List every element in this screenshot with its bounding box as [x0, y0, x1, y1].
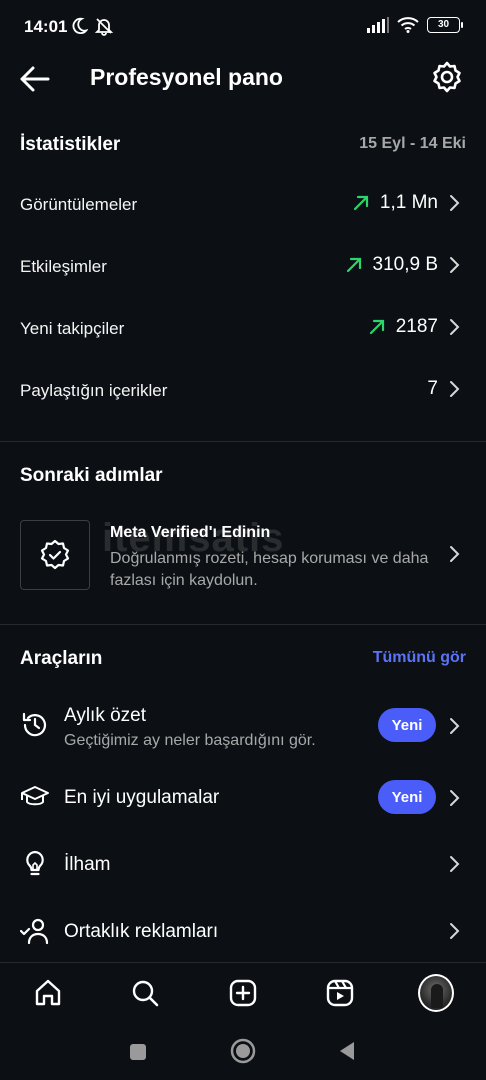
gear-icon [433, 61, 461, 93]
chevron-right-icon [450, 856, 460, 872]
stat-label: Etkileşimler [20, 257, 107, 276]
stat-value: 2187 [395, 316, 438, 337]
partner-check-icon [20, 918, 49, 945]
graduation-cap-icon [21, 786, 49, 806]
page-title: Profesyonel pano [90, 64, 283, 90]
chevron-right-icon [450, 257, 460, 273]
divider [0, 441, 486, 442]
moon-icon [72, 17, 88, 35]
back-button[interactable] [18, 62, 52, 96]
settings-button[interactable] [430, 60, 464, 94]
tool-item-best-practices[interactable]: En iyi uygulamalar Yeni [0, 767, 486, 827]
divider [0, 624, 486, 625]
battery-level: 30 [437, 19, 450, 30]
tool-item-partnership-ads[interactable]: Ortaklık reklamları [0, 901, 486, 961]
system-nav-bar [0, 1022, 486, 1080]
tool-subtitle: Geçtiğimiz ay neler başardığını gör. [64, 732, 316, 749]
tool-title: Aylık özet [64, 705, 147, 726]
tool-title: En iyi uygulamalar [64, 787, 220, 808]
stat-value: 7 [427, 378, 438, 399]
profile-avatar [418, 974, 454, 1012]
home-system-button[interactable] [229, 1037, 257, 1065]
nav-search[interactable] [127, 975, 163, 1011]
tool-title: İlham [64, 854, 111, 875]
stat-row-views[interactable]: Görüntülemeler 1,1 Mn [0, 181, 486, 231]
chevron-right-icon [450, 718, 460, 734]
chevron-right-icon [450, 195, 460, 211]
chevron-right-icon [450, 546, 460, 562]
stat-label: Yeni takipçiler [20, 319, 125, 338]
lightbulb-icon [26, 850, 44, 876]
tools-title: Araçların [20, 648, 103, 669]
stats-title: İstatistikler [20, 134, 121, 155]
verified-icon-box [20, 520, 90, 590]
back-system-button[interactable] [336, 1040, 358, 1062]
recents-button[interactable] [128, 1042, 148, 1062]
stat-row-shared-content[interactable]: Paylaştığın içerikler 7 [0, 367, 486, 417]
meta-verified-card[interactable]: Meta Verified'ı Edinin Doğrulanmış rozet… [0, 512, 486, 598]
verified-badge-icon [40, 539, 70, 570]
status-time: 14:01 [24, 17, 68, 36]
stat-row-engagements[interactable]: Etkileşimler 310,9 B [0, 243, 486, 293]
signal-icon [367, 16, 389, 33]
chevron-right-icon [450, 923, 460, 939]
tool-title: Ortaklık reklamları [64, 921, 219, 942]
nav-reels[interactable] [322, 975, 358, 1011]
battery-icon: 30 [427, 16, 463, 33]
reels-icon [326, 979, 354, 1007]
see-all-link[interactable]: Tümünü gör [373, 649, 466, 667]
home-icon [35, 979, 61, 1006]
stat-label: Paylaştığın içerikler [20, 381, 168, 400]
verified-title: Meta Verified'ı Edinin [110, 524, 271, 541]
tool-item-monthly-summary[interactable]: Aylık özet Geçtiğimiz ay neler başardığı… [0, 696, 486, 756]
history-icon [22, 712, 47, 737]
trend-up-icon [353, 195, 369, 211]
header: Profesyonel pano [0, 56, 486, 100]
bottom-nav [0, 962, 486, 1022]
stat-row-new-followers[interactable]: Yeni takipçiler 2187 [0, 305, 486, 355]
stat-label: Görüntülemeler [20, 195, 138, 214]
trend-up-icon [346, 257, 361, 273]
chevron-right-icon [450, 790, 460, 806]
date-range[interactable]: 15 Eyl - 14 Eki [359, 135, 466, 153]
wifi-icon [397, 17, 419, 33]
verified-description: Doğrulanmış rozeti, hesap koruması ve da… [110, 550, 429, 589]
tool-item-inspiration[interactable]: İlham [0, 834, 486, 894]
nav-home[interactable] [30, 975, 66, 1011]
create-icon [229, 979, 257, 1007]
new-badge: Yeni [378, 780, 436, 814]
stat-value: 1,1 Mn [379, 192, 438, 213]
stat-value: 310,9 B [372, 254, 439, 275]
trend-up-icon [369, 319, 384, 335]
bell-off-icon [94, 18, 114, 36]
arrow-left-icon [20, 66, 50, 92]
new-badge: Yeni [378, 708, 436, 742]
next-steps-title: Sonraki adımlar [20, 465, 163, 486]
search-icon [132, 980, 159, 1007]
nav-profile[interactable] [418, 974, 454, 1012]
chevron-right-icon [450, 319, 460, 335]
status-bar: 14:01 30 [0, 0, 486, 56]
nav-create[interactable] [225, 975, 261, 1011]
chevron-right-icon [450, 381, 460, 397]
